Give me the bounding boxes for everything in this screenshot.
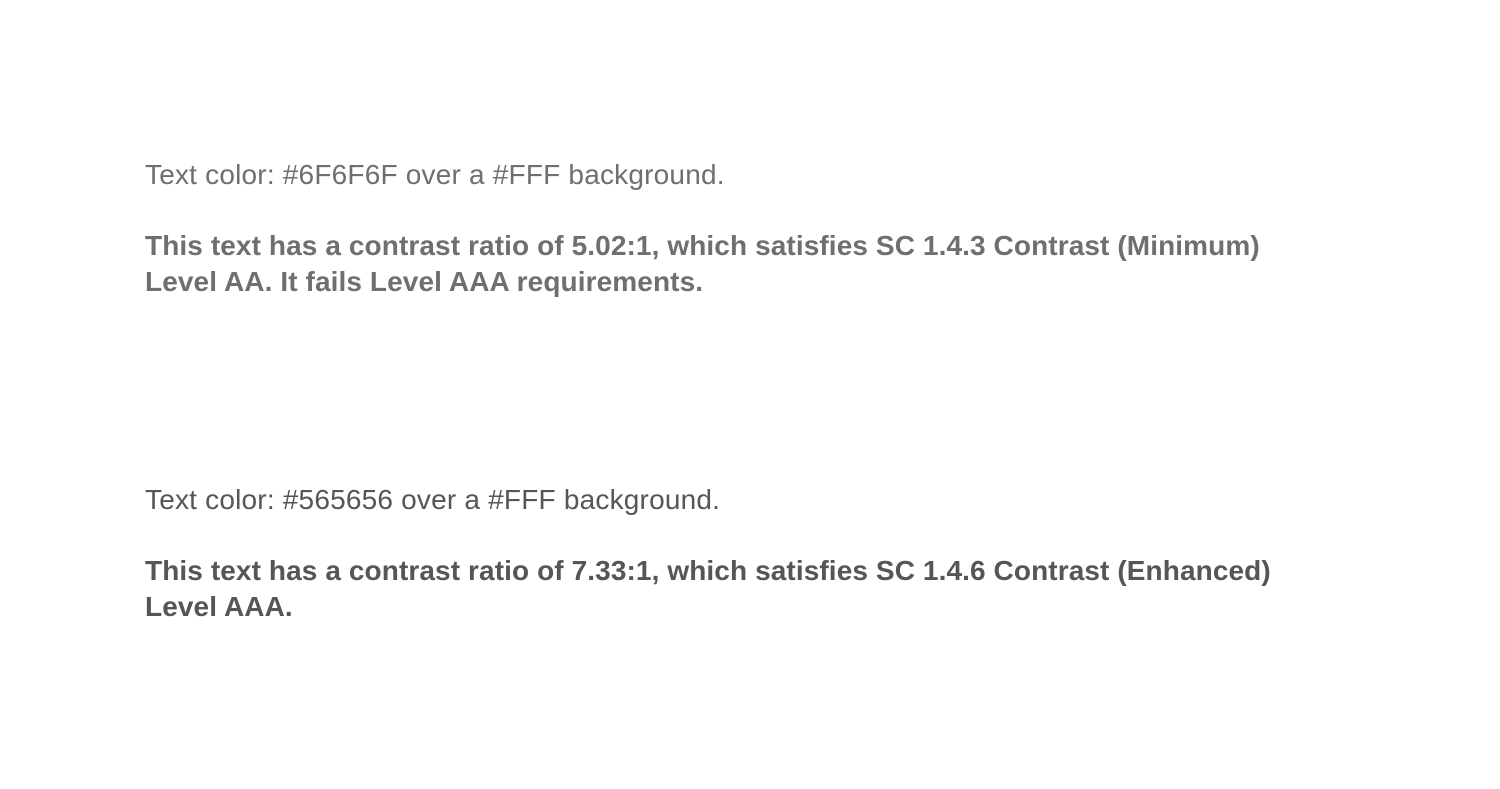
color-caption: Text color: #6F6F6F over a #FFF backgrou… xyxy=(145,159,725,190)
contrast-statement: This text has a contrast ratio of 5.02:1… xyxy=(145,228,1375,300)
color-caption: Text color: #565656 over a #FFF backgrou… xyxy=(145,484,721,515)
contrast-statement-line-2: Level AAA. xyxy=(145,591,293,622)
contrast-statement-line-1: This text has a contrast ratio of 5.02:1… xyxy=(145,230,1260,261)
contrast-statement-line-2: Level AA. It fails Level AAA requirement… xyxy=(145,266,704,297)
contrast-statement: This text has a contrast ratio of 7.33:1… xyxy=(145,553,1375,625)
contrast-statement-line-1: This text has a contrast ratio of 7.33:1… xyxy=(145,555,1271,586)
contrast-example-aa: Text color: #6F6F6F over a #FFF backgrou… xyxy=(145,158,1375,300)
contrast-example-aaa: Text color: #565656 over a #FFF backgrou… xyxy=(145,483,1375,625)
